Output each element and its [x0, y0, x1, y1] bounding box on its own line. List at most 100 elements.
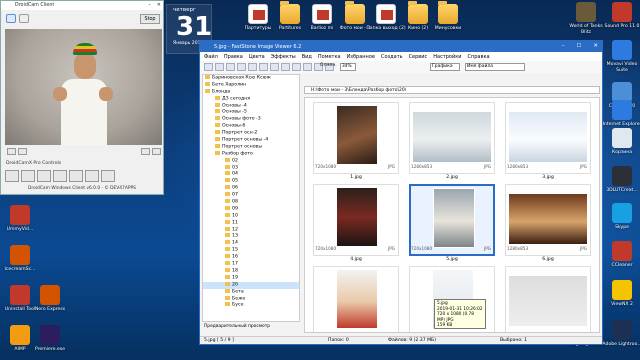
desktop-icon[interactable]: ViewNX 2: [602, 280, 640, 308]
thumbnail-item[interactable]: 720x1080 JPG 5.jpg: [409, 184, 495, 266]
folder-up-icon[interactable]: [226, 63, 235, 71]
menu-item[interactable]: Правка: [224, 54, 243, 60]
rotate-icon[interactable]: [101, 170, 115, 182]
tree-item[interactable]: Беже: [203, 295, 299, 303]
desktop-icon[interactable]: Skype: [602, 203, 640, 231]
tree-item[interactable]: Портрет основы -4: [203, 137, 299, 144]
desktop-icon[interactable]: CCleaner: [602, 241, 640, 269]
tree-item[interactable]: 12: [203, 226, 299, 234]
desktop-icon[interactable]: Nero Express: [30, 285, 70, 313]
close-icon[interactable]: ✕: [157, 2, 161, 8]
zoom-out-icon[interactable]: [21, 170, 35, 182]
rotate-left-icon[interactable]: [292, 63, 301, 71]
tree-item[interactable]: 07: [203, 192, 299, 199]
menu-item[interactable]: Цвета: [249, 54, 265, 60]
thumbnail-item[interactable]: 1280x853 JPG 6.jpg: [505, 184, 591, 266]
tree-item[interactable]: 19: [203, 274, 299, 282]
menu-item[interactable]: Создать: [381, 54, 403, 60]
refresh-icon[interactable]: [237, 63, 246, 71]
delete-icon[interactable]: [248, 63, 257, 71]
thumbnail-item[interactable]: 1280x853 JPG 2.jpg: [409, 102, 495, 184]
desktop-icon[interactable]: Sound Pro 11.0: [602, 2, 640, 30]
settings-icon[interactable]: [18, 148, 27, 155]
tree-item[interactable]: Бете Харолин: [203, 81, 299, 89]
zoom-reset-icon[interactable]: [37, 170, 51, 182]
desktop-icon[interactable]: Internet Explorer: [602, 100, 640, 128]
tree-item[interactable]: 18: [203, 267, 299, 275]
focus-icon[interactable]: [69, 170, 83, 182]
audio-toggle[interactable]: [7, 148, 16, 155]
tree-item[interactable]: 11: [203, 219, 299, 227]
minimize-icon[interactable]: –: [562, 43, 565, 49]
slideshow-icon[interactable]: [270, 63, 279, 71]
email-icon[interactable]: [281, 63, 290, 71]
desktop-icon[interactable]: IcecreamSc...: [0, 245, 40, 273]
thumbnail-item[interactable]: [313, 266, 399, 332]
tree-item[interactable]: Портрет осн-2: [203, 130, 299, 137]
desktop-icon[interactable]: Минусовки: [428, 1, 468, 32]
copy-icon[interactable]: [259, 63, 268, 71]
menu-item[interactable]: Эффекты: [271, 54, 296, 60]
tree-item[interactable]: 10: [203, 212, 299, 220]
tree-item[interactable]: Основы -4: [203, 102, 299, 110]
minus-button[interactable]: [141, 148, 150, 155]
mirror-icon[interactable]: [85, 170, 99, 182]
desktop-icon[interactable]: 3DLUTCreat...: [602, 166, 640, 194]
tree-item[interactable]: 06: [203, 185, 299, 192]
tree-item[interactable]: Бариновская Ксю Ксюж: [203, 75, 299, 82]
usb-icon[interactable]: [19, 14, 29, 23]
open-icon[interactable]: [204, 63, 213, 71]
zoom-select[interactable]: 34%: [340, 63, 356, 71]
menu-item[interactable]: Избранное: [347, 54, 375, 60]
tree-item[interactable]: Блонда: [203, 88, 299, 96]
tree-item[interactable]: Основы-6: [203, 123, 299, 130]
menu-item[interactable]: Пометка: [318, 54, 341, 60]
tree-item[interactable]: 20: [203, 281, 299, 289]
zoom-in-icon[interactable]: [5, 170, 19, 182]
close-icon[interactable]: ✕: [593, 43, 598, 49]
cancel-label[interactable]: Отмен.: [320, 63, 337, 68]
tree-item[interactable]: 09: [203, 205, 299, 213]
tree-item[interactable]: 08: [203, 199, 299, 206]
faststone-window[interactable]: 5.jpg - FastStone Image Viewer 6.2 – ☐ ✕…: [199, 40, 603, 345]
thumbnail-item[interactable]: 720x1080 JPG 1.jpg: [313, 102, 399, 184]
tree-item[interactable]: 16: [203, 254, 299, 261]
tree-item[interactable]: 03: [203, 164, 299, 172]
thumbnail-item[interactable]: 1280x853 JPG 3.jpg: [505, 102, 591, 184]
menu-item[interactable]: Справка: [468, 54, 490, 60]
tree-item[interactable]: 17: [203, 261, 299, 268]
save-icon[interactable]: [215, 63, 224, 71]
desktop-icon[interactable]: Premiere.exe: [30, 325, 70, 353]
menu-item[interactable]: Настройки: [433, 54, 461, 60]
folder-tree[interactable]: Бариновская Ксю Ксюж Бете Харолин Блонда ДЗ…: [202, 74, 300, 322]
tree-item[interactable]: 05: [203, 178, 299, 185]
tree-item[interactable]: 04: [203, 171, 299, 178]
path-bar[interactable]: H:\Фото мои - 3\Блонда\Разбор фото\20\: [304, 86, 600, 94]
tree-item[interactable]: ДЗ сегодня: [203, 95, 299, 103]
tree-item[interactable]: Основы фото -3: [203, 116, 299, 123]
rotate-right-icon[interactable]: [303, 63, 312, 71]
thumbnail-item[interactable]: [505, 266, 591, 332]
tree-item[interactable]: Основы -5: [203, 109, 299, 116]
stop-button[interactable]: Stop: [140, 14, 160, 24]
tree-item[interactable]: 02: [203, 157, 299, 165]
desktop-icon[interactable]: UmmyVid...: [0, 205, 40, 233]
desktop-icon[interactable]: Movavi Video Suite: [602, 40, 640, 73]
thumbnail-item[interactable]: 720x1080 JPG 4.jpg: [313, 184, 399, 266]
tree-item[interactable]: 13: [203, 233, 299, 240]
desktop-icon[interactable]: Корзина: [602, 128, 640, 156]
wifi-icon[interactable]: [6, 14, 16, 23]
chevron-down-icon[interactable]: [152, 148, 161, 155]
faststone-titlebar[interactable]: 5.jpg - FastStone Image Viewer 6.2 – ☐ ✕: [200, 41, 602, 52]
tree-item[interactable]: 14: [203, 240, 299, 247]
droidcam-window[interactable]: DroidCam Client – ✕ Stop DroidCamX Pro C…: [0, 0, 164, 195]
droidcam-titlebar[interactable]: DroidCam Client – ✕: [1, 1, 163, 10]
view-select[interactable]: Графика: [430, 63, 460, 71]
desktop-icon[interactable]: World of Tanks Blitz: [566, 2, 606, 35]
tree-item[interactable]: Бета: [203, 288, 299, 296]
sort-select[interactable]: Имя файла: [465, 63, 525, 71]
tree-item[interactable]: Бусе: [203, 302, 299, 309]
desktop-icon[interactable]: Adobe Lightroo...: [602, 320, 640, 348]
minimize-icon[interactable]: –: [148, 2, 151, 8]
menu-item[interactable]: Сервис: [409, 54, 428, 60]
